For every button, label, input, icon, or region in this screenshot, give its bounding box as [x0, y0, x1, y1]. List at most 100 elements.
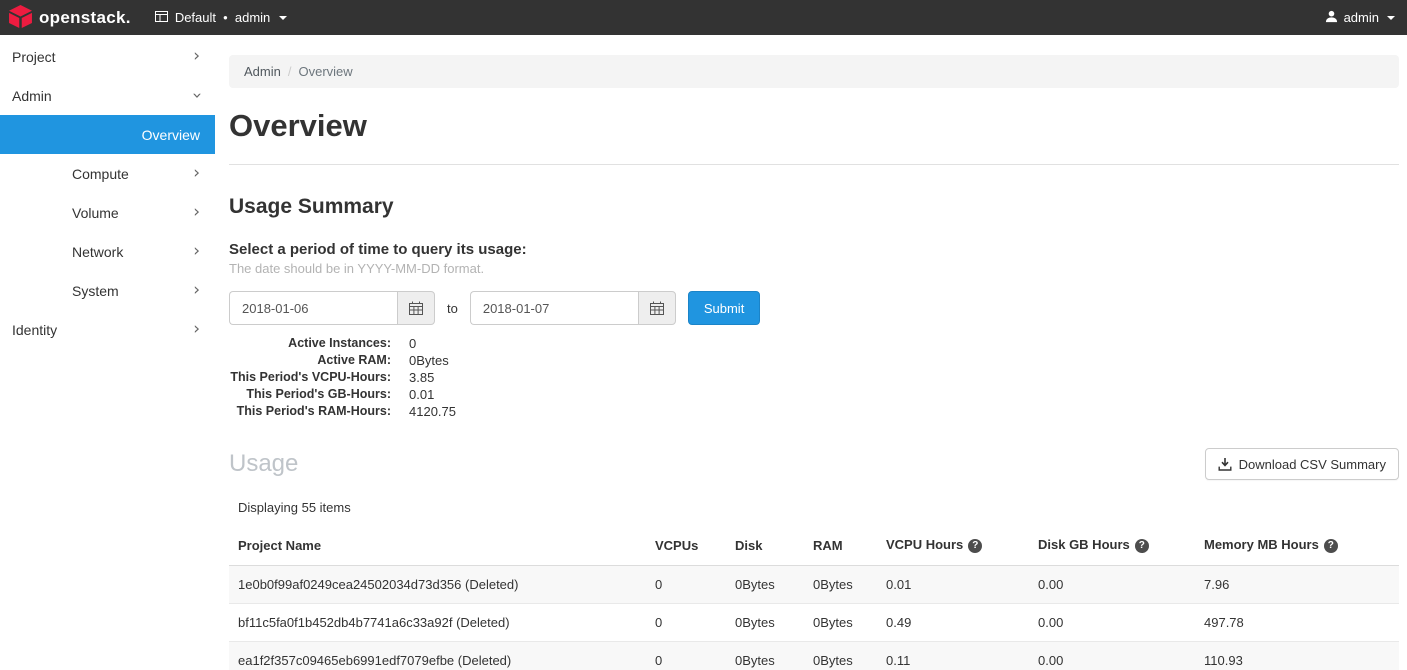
column-disk-gb-hours[interactable]: Disk GB Hours? [1029, 525, 1195, 566]
sidebar-item-identity[interactable]: Identity › [0, 310, 215, 349]
chevron-down-icon: › [188, 92, 205, 99]
cell-project-name: ea1f2f357c09465eb6991edf7079efbe (Delete… [229, 642, 646, 670]
cell-vcpu-hours: 0.01 [877, 566, 1029, 604]
cell-disk: 0Bytes [726, 642, 804, 670]
help-icon[interactable]: ? [968, 539, 982, 553]
stat-row: This Period's RAM-Hours: 4120.75 [229, 403, 1399, 420]
openstack-logo-icon [8, 4, 33, 32]
sidebar-item-label: System [72, 283, 119, 299]
brand-wordmark: openstack. [39, 8, 131, 28]
end-date-calendar-button[interactable] [638, 291, 676, 325]
usage-table: Project Name VCPUs Disk RAM VCPU Hours? … [229, 525, 1399, 670]
column-vcpus[interactable]: VCPUs [646, 525, 726, 566]
breadcrumb: Admin / Overview [229, 55, 1399, 88]
period-prompt: Select a period of time to query its usa… [229, 241, 1399, 258]
cell-disk-gb-hours: 0.00 [1029, 566, 1195, 604]
cell-ram: 0Bytes [804, 566, 877, 604]
user-icon [1325, 10, 1338, 26]
sidebar-item-admin[interactable]: Admin › [0, 76, 215, 115]
project-label: admin [235, 10, 270, 25]
stat-value: 4120.75 [391, 403, 456, 420]
stat-row: Active Instances: 0 [229, 335, 1399, 352]
column-vcpu-hours[interactable]: VCPU Hours? [877, 525, 1029, 566]
stat-value: 0 [391, 335, 416, 352]
end-date-input[interactable] [470, 291, 638, 325]
usage-period-form: to Submit [229, 291, 1399, 325]
column-disk[interactable]: Disk [726, 525, 804, 566]
stat-value: 3.85 [391, 369, 434, 386]
caret-down-icon [279, 16, 287, 20]
sidebar-item-label: Compute [72, 166, 129, 182]
sidebar-item-label: Network [72, 244, 123, 260]
sidebar-item-label: Overview [142, 127, 200, 143]
cell-vcpus: 0 [646, 604, 726, 642]
project-bullet-icon: ● [223, 14, 228, 22]
chevron-right-icon: › [193, 243, 200, 260]
items-count: Displaying 55 items [238, 500, 1399, 515]
breadcrumb-separator: / [288, 64, 292, 79]
sidebar-item-compute[interactable]: Compute › [0, 154, 215, 193]
start-date-calendar-button[interactable] [397, 291, 435, 325]
to-label: to [447, 301, 458, 316]
cell-memory-mb-hours: 110.93 [1195, 642, 1399, 670]
domain-icon [155, 10, 168, 26]
cell-ram: 0Bytes [804, 604, 877, 642]
sidebar-item-label: Volume [72, 205, 119, 221]
brand-home-link[interactable]: openstack. [8, 4, 131, 32]
cell-vcpu-hours: 0.49 [877, 604, 1029, 642]
table-header-row: Project Name VCPUs Disk RAM VCPU Hours? … [229, 525, 1399, 566]
chevron-right-icon: › [193, 48, 200, 65]
calendar-icon [650, 301, 664, 315]
sidebar-item-label: Admin [12, 88, 52, 104]
cell-vcpus: 0 [646, 566, 726, 604]
context-switcher[interactable]: Default ● admin [155, 10, 287, 26]
cell-ram: 0Bytes [804, 642, 877, 670]
sidebar-item-project[interactable]: Project › [0, 37, 215, 76]
divider [229, 164, 1399, 165]
cell-disk-gb-hours: 0.00 [1029, 642, 1195, 670]
column-project-name[interactable]: Project Name [229, 525, 646, 566]
download-csv-button[interactable]: Download CSV Summary [1205, 448, 1399, 480]
cell-disk: 0Bytes [726, 566, 804, 604]
sidebar-item-label: Project [12, 49, 56, 65]
chevron-right-icon: › [193, 282, 200, 299]
help-icon[interactable]: ? [1135, 539, 1149, 553]
caret-down-icon [1387, 16, 1395, 20]
calendar-icon [409, 301, 423, 315]
table-row: 1e0b0f99af0249cea24502034d73d356 (Delete… [229, 566, 1399, 604]
sidebar-item-network[interactable]: Network › [0, 232, 215, 271]
page-title: Overview [229, 108, 1399, 144]
start-date-input[interactable] [229, 291, 397, 325]
usage-summary-heading: Usage Summary [229, 195, 1399, 219]
usage-stats: Active Instances: 0 Active RAM: 0Bytes T… [229, 335, 1399, 420]
sidebar-item-system[interactable]: System › [0, 271, 215, 310]
breadcrumb-admin-link[interactable]: Admin [244, 64, 281, 79]
stat-value: 0.01 [391, 386, 434, 403]
stat-label: Active Instances: [229, 335, 391, 352]
column-ram[interactable]: RAM [804, 525, 877, 566]
chevron-right-icon: › [193, 321, 200, 338]
top-navbar: openstack. Default ● admin admin [0, 0, 1407, 35]
sidebar-item-overview[interactable]: Overview [0, 115, 215, 154]
cell-project-name: 1e0b0f99af0249cea24502034d73d356 (Delete… [229, 566, 646, 604]
stat-row: This Period's VCPU-Hours: 3.85 [229, 369, 1399, 386]
breadcrumb-current: Overview [298, 64, 352, 79]
stat-label: This Period's VCPU-Hours: [229, 369, 391, 386]
stat-value: 0Bytes [391, 352, 449, 369]
stat-label: Active RAM: [229, 352, 391, 369]
download-csv-label: Download CSV Summary [1239, 457, 1386, 472]
end-date-group [470, 291, 676, 325]
column-memory-mb-hours[interactable]: Memory MB Hours? [1195, 525, 1399, 566]
submit-button[interactable]: Submit [688, 291, 760, 325]
cell-memory-mb-hours: 7.96 [1195, 566, 1399, 604]
user-menu[interactable]: admin [1325, 10, 1395, 26]
cell-project-name: bf11c5fa0f1b452db4b7741a6c33a92f (Delete… [229, 604, 646, 642]
main-content: Admin / Overview Overview Usage Summary … [215, 35, 1407, 670]
sidebar-item-volume[interactable]: Volume › [0, 193, 215, 232]
table-row: bf11c5fa0f1b452db4b7741a6c33a92f (Delete… [229, 604, 1399, 642]
cell-memory-mb-hours: 497.78 [1195, 604, 1399, 642]
help-icon[interactable]: ? [1324, 539, 1338, 553]
chevron-right-icon: › [193, 165, 200, 182]
cell-vcpu-hours: 0.11 [877, 642, 1029, 670]
download-icon [1218, 457, 1232, 471]
